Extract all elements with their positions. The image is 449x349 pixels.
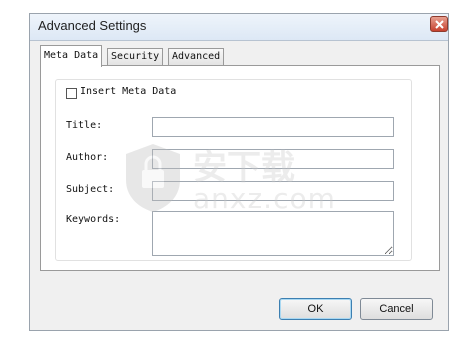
title-bar[interactable]: Advanced Settings xyxy=(30,14,448,41)
ok-button[interactable]: OK xyxy=(279,298,352,320)
watermark: 安下载 anxz.com xyxy=(118,140,336,215)
close-icon xyxy=(435,20,444,29)
close-button[interactable] xyxy=(430,16,448,32)
insert-meta-data-label[interactable]: Insert Meta Data xyxy=(80,86,176,97)
tab-meta-data[interactable]: Meta Data xyxy=(40,45,103,67)
shield-lock-icon xyxy=(126,144,180,212)
subject-label: Subject: xyxy=(66,184,115,195)
author-label: Author: xyxy=(66,152,109,163)
watermark-text: anxz.com xyxy=(193,182,336,215)
tab-advanced[interactable]: Advanced xyxy=(168,48,225,65)
title-label: Title: xyxy=(66,120,103,131)
cancel-button[interactable]: Cancel xyxy=(360,298,433,320)
keywords-label: Keywords: xyxy=(66,214,121,225)
tab-security[interactable]: Security xyxy=(107,48,164,65)
keywords-field[interactable] xyxy=(152,211,394,256)
title-field[interactable] xyxy=(152,117,394,137)
insert-meta-data-checkbox[interactable] xyxy=(66,88,77,99)
window-title: Advanced Settings xyxy=(38,18,147,33)
